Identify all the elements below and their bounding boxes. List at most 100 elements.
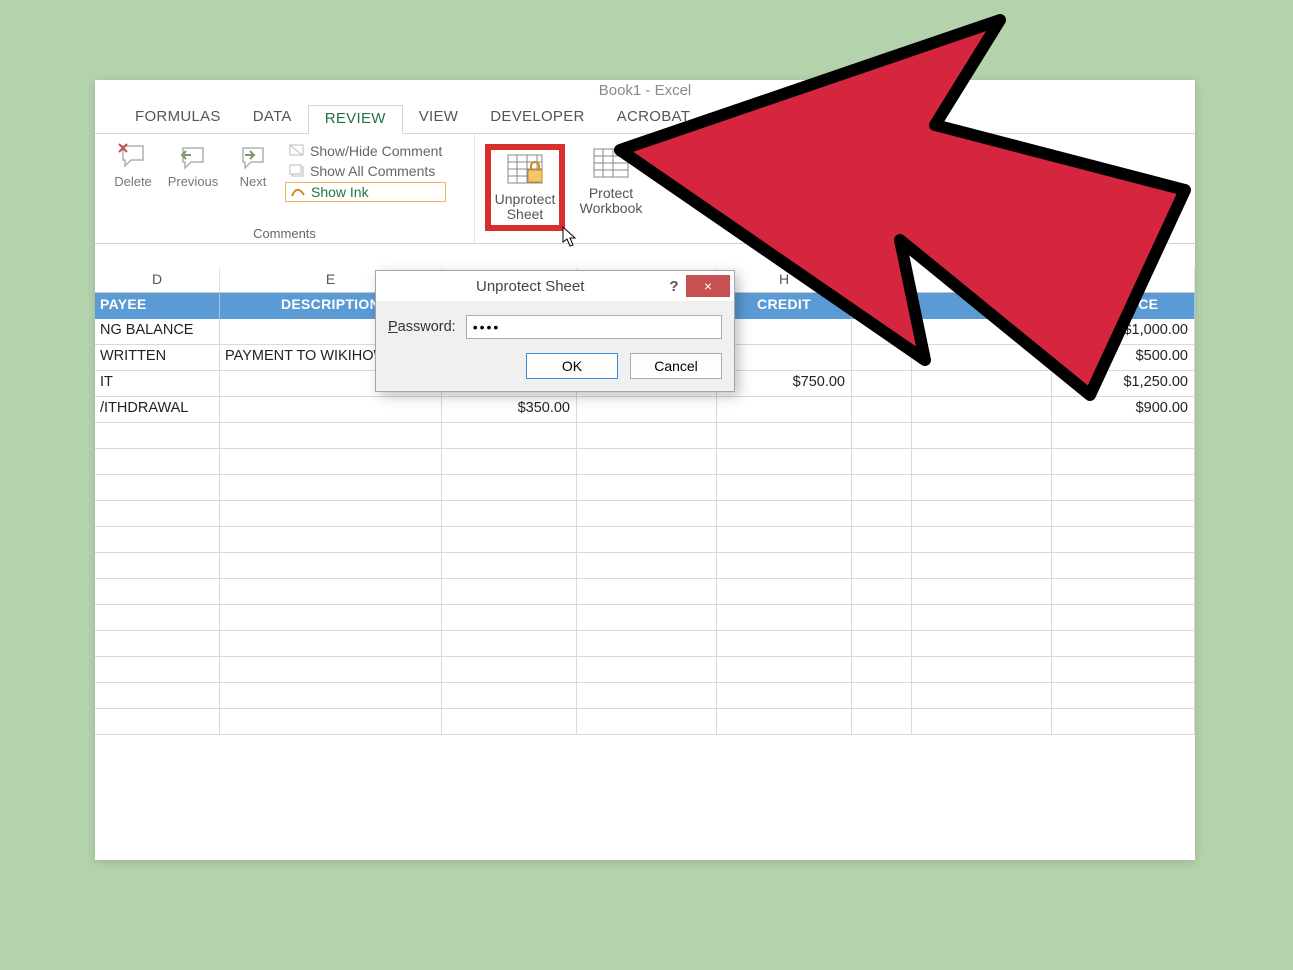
- protect-workbook-button[interactable]: Protect Workbook: [571, 144, 651, 231]
- hdr-payee: PAYEE: [95, 293, 220, 319]
- previous-label: Previous: [168, 174, 219, 189]
- delete-comment-icon: [117, 142, 149, 172]
- cell-j[interactable]: [912, 371, 1052, 396]
- dialog-titlebar[interactable]: Unprotect Sheet ? ×: [376, 271, 734, 301]
- unprotect-l2: Sheet: [507, 207, 544, 222]
- next-comment-button[interactable]: Next: [225, 140, 281, 202]
- col-j[interactable]: J: [912, 268, 1052, 292]
- table-row: /ITHDRAWAL $350.00 $900.00: [95, 397, 1195, 423]
- cell-credit[interactable]: [717, 397, 852, 422]
- tab-formulas[interactable]: FORMULAS: [119, 104, 237, 133]
- dialog-title-text: Unprotect Sheet: [476, 278, 584, 295]
- hdr-blank: [852, 293, 912, 319]
- cell-i[interactable]: [852, 397, 912, 422]
- delete-comment-button[interactable]: Delete: [105, 140, 161, 202]
- show-ink-button: Show Ink: [285, 182, 446, 202]
- show-ink-label: Show Ink: [311, 184, 369, 200]
- cell-balance[interactable]: $1,250.00: [1052, 371, 1195, 396]
- hdr-balance: BALANCE: [1052, 293, 1195, 319]
- show-all-comments-icon: [289, 164, 305, 178]
- password-label: Password:: [388, 319, 456, 335]
- dialog-close-button[interactable]: ×: [686, 275, 730, 297]
- dialog-body: Password:: [376, 301, 734, 343]
- table-row: [95, 631, 1195, 657]
- ribbon-group-protect: Unprotect Sheet Protect Workbook: [475, 134, 697, 243]
- formula-bar-area: [95, 244, 1195, 268]
- share-workbook-button[interactable]: [657, 144, 687, 231]
- cell-payee[interactable]: NG BALANCE: [95, 319, 220, 344]
- cell-balance[interactable]: $500.00: [1052, 345, 1195, 370]
- cell-i[interactable]: [852, 319, 912, 344]
- ok-button[interactable]: OK: [526, 353, 618, 379]
- table-row: [95, 553, 1195, 579]
- col-d[interactable]: D: [95, 268, 220, 292]
- cell-payee[interactable]: WRITTEN: [95, 345, 220, 370]
- cell-credit[interactable]: [717, 345, 852, 370]
- tab-data[interactable]: DATA: [237, 104, 308, 133]
- show-hide-label: Show/Hide Comment: [310, 143, 442, 159]
- table-row: [95, 475, 1195, 501]
- show-all-label: Show All Comments: [310, 163, 435, 179]
- show-hide-comment-icon: [289, 144, 305, 158]
- unprotect-sheet-icon: [505, 152, 545, 188]
- table-row: [95, 579, 1195, 605]
- cell-i[interactable]: [852, 371, 912, 396]
- unprotect-l1: Unprotect: [495, 192, 556, 207]
- comment-side-items: Show/Hide Comment Show All Comments Show…: [285, 140, 446, 202]
- unprotect-sheet-button[interactable]: Unprotect Sheet: [485, 144, 565, 231]
- window-title: Book1 - Excel: [95, 80, 1195, 104]
- password-input[interactable]: [466, 315, 722, 339]
- cell-desc[interactable]: [220, 397, 442, 422]
- ribbon-group-comments: Delete Previous Next: [95, 134, 475, 243]
- cell-i[interactable]: [852, 345, 912, 370]
- cell-credit[interactable]: $750.00: [717, 371, 852, 396]
- cell-j[interactable]: [912, 345, 1052, 370]
- cancel-button[interactable]: Cancel: [630, 353, 722, 379]
- show-hide-comment-button[interactable]: Show/Hide Comment: [285, 142, 446, 160]
- cell-debit[interactable]: $350.00: [442, 397, 577, 422]
- col-k[interactable]: K: [1052, 268, 1195, 292]
- previous-comment-button[interactable]: Previous: [165, 140, 221, 202]
- previous-comment-icon: [177, 142, 209, 172]
- excel-window: Book1 - Excel FORMULAS DATA REVIEW VIEW …: [95, 80, 1195, 860]
- next-comment-icon: [237, 142, 269, 172]
- delete-label: Delete: [114, 174, 152, 189]
- table-row: [95, 657, 1195, 683]
- dialog-buttons: OK Cancel: [376, 343, 734, 391]
- table-row: [95, 501, 1195, 527]
- table-row: [95, 527, 1195, 553]
- col-h[interactable]: H: [717, 268, 852, 292]
- cell-credit[interactable]: [717, 319, 852, 344]
- mouse-cursor-icon: [562, 226, 578, 248]
- cell-expense[interactable]: [577, 397, 717, 422]
- table-row: [95, 709, 1195, 735]
- tab-acrobat[interactable]: ACROBAT: [601, 104, 707, 133]
- protect-workbook-icon: [591, 146, 631, 182]
- ribbon-tabs: FORMULAS DATA REVIEW VIEW DEVELOPER ACRO…: [95, 104, 1195, 134]
- hdr-in: IN: [912, 293, 1052, 319]
- table-row: [95, 605, 1195, 631]
- dialog-help-button[interactable]: ?: [662, 278, 686, 295]
- ribbon: Delete Previous Next: [95, 134, 1195, 244]
- comments-group-label: Comments: [95, 226, 474, 241]
- cell-payee[interactable]: /ITHDRAWAL: [95, 397, 220, 422]
- share-icon: [652, 146, 692, 182]
- tab-review[interactable]: REVIEW: [308, 105, 403, 134]
- cell-balance[interactable]: $900.00: [1052, 397, 1195, 422]
- cell-j[interactable]: [912, 319, 1052, 344]
- cell-balance[interactable]: $1,000.00: [1052, 319, 1195, 344]
- hdr-credit: CREDIT: [717, 293, 852, 319]
- show-all-comments-button[interactable]: Show All Comments: [285, 162, 446, 180]
- table-row: [95, 449, 1195, 475]
- tab-developer[interactable]: DEVELOPER: [474, 104, 600, 133]
- table-row: [95, 683, 1195, 709]
- ink-icon: [290, 185, 306, 199]
- workbook-l2: Workbook: [580, 201, 643, 216]
- cell-payee[interactable]: IT: [95, 371, 220, 396]
- unprotect-sheet-dialog: Unprotect Sheet ? × Password: OK Cancel: [375, 270, 735, 392]
- tab-view[interactable]: VIEW: [403, 104, 475, 133]
- cell-j[interactable]: [912, 397, 1052, 422]
- workbook-l1: Protect: [589, 186, 633, 201]
- next-label: Next: [240, 174, 267, 189]
- col-i[interactable]: I: [852, 268, 912, 292]
